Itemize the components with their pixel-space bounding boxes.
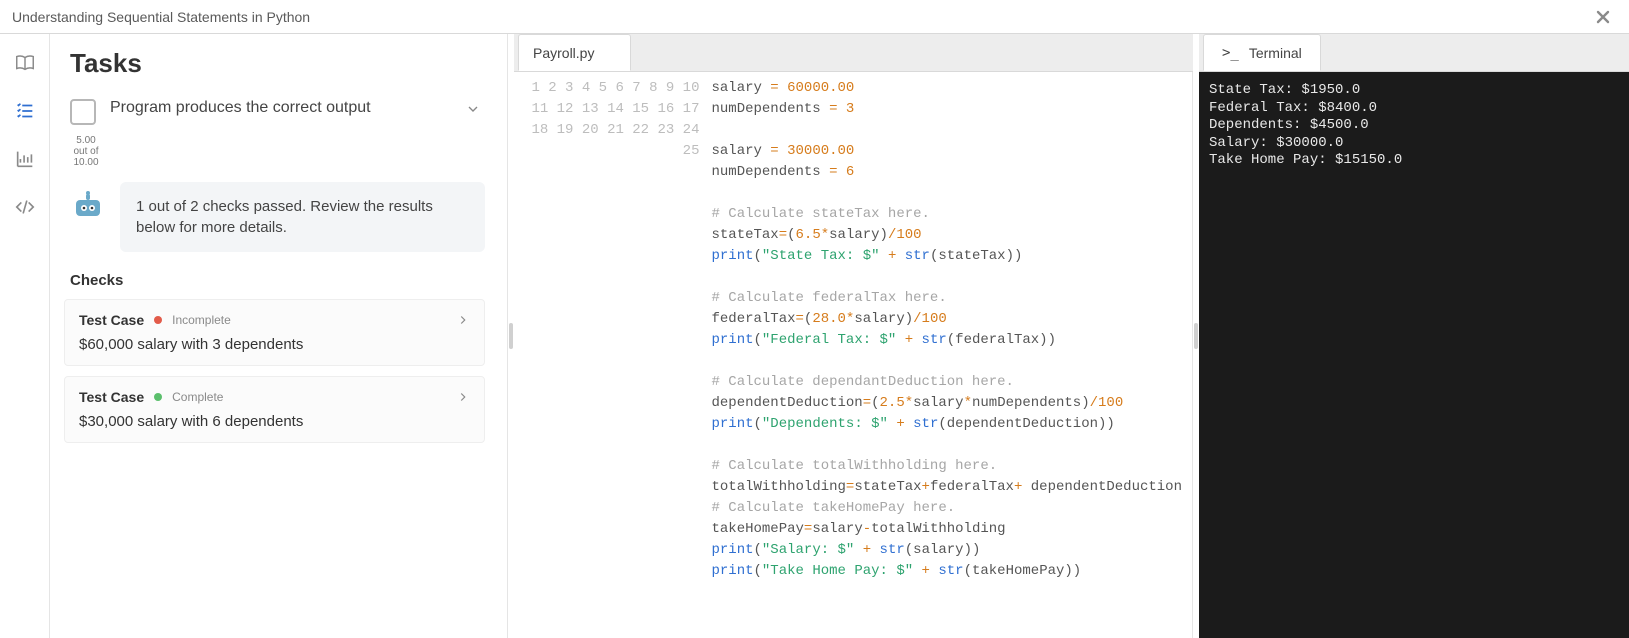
bot-message: 1 out of 2 checks passed. Review the res…	[120, 182, 485, 252]
task-item[interactable]: Program produces the correct output	[64, 97, 485, 125]
task-checkbox[interactable]	[70, 99, 96, 125]
test-case-desc: $60,000 salary with 3 dependents	[79, 336, 470, 353]
test-case-status: Complete	[172, 390, 446, 404]
bot-avatar	[70, 188, 106, 224]
chevron-right-icon	[456, 390, 470, 404]
status-dot-icon	[154, 393, 162, 401]
terminal-tab-label: Terminal	[1249, 45, 1302, 61]
checks-heading: Checks	[64, 272, 485, 289]
test-case-label: Test Case	[79, 312, 144, 328]
expand-button[interactable]	[456, 313, 470, 327]
editor-tabbar: Payroll.py	[514, 34, 1193, 72]
terminal-output[interactable]: State Tax: $1950.0 Federal Tax: $8400.0 …	[1199, 72, 1629, 638]
terminal-tab[interactable]: >_ Terminal	[1203, 34, 1321, 71]
close-button[interactable]	[1589, 9, 1617, 25]
panel-splitter-right[interactable]	[1193, 34, 1199, 638]
test-case[interactable]: Test Case Complete $30,000 salary with 6 d…	[64, 376, 485, 443]
score-earned: 5.00	[70, 135, 102, 146]
close-icon	[1595, 9, 1611, 25]
line-gutter: 1 2 3 4 5 6 7 8 9 10 11 12 13 14 15 16 1…	[514, 72, 707, 638]
terminal-panel: >_ Terminal State Tax: $1950.0 Federal T…	[1199, 34, 1629, 638]
tasks-panel: Tasks Program produces the correct outpu…	[50, 34, 508, 638]
list-icon[interactable]	[14, 100, 36, 122]
page-title: Understanding Sequential Statements in P…	[12, 9, 1589, 25]
test-case-label: Test Case	[79, 389, 144, 405]
title-bar: Understanding Sequential Statements in P…	[0, 0, 1629, 34]
chevron-right-icon	[456, 313, 470, 327]
status-dot-icon	[154, 316, 162, 324]
editor-area: Payroll.py 1 2 3 4 5 6 7 8 9 10 11 12 13…	[514, 34, 1193, 638]
book-icon[interactable]	[14, 52, 36, 74]
test-case-desc: $30,000 salary with 6 dependents	[79, 413, 470, 430]
chart-icon[interactable]	[14, 148, 36, 170]
code-editor[interactable]: 1 2 3 4 5 6 7 8 9 10 11 12 13 14 15 16 1…	[514, 72, 1193, 638]
expand-button[interactable]	[461, 97, 485, 121]
score-display: 5.00 out of 10.00	[64, 135, 102, 168]
tasks-heading: Tasks	[64, 48, 485, 79]
terminal-tabbar: >_ Terminal	[1199, 34, 1629, 72]
code-icon[interactable]	[14, 196, 36, 218]
score-total: 10.00	[70, 157, 102, 168]
editor-tab[interactable]: Payroll.py	[518, 34, 631, 71]
test-case-status: Incomplete	[172, 313, 446, 327]
score-middle: out of	[70, 146, 102, 157]
code-content[interactable]: salary = 60000.00 numDependents = 3 sala…	[707, 72, 1192, 638]
prompt-icon: >_	[1222, 45, 1239, 61]
task-label: Program produces the correct output	[110, 97, 447, 117]
sidebar-rail	[0, 34, 50, 638]
panel-splitter-left[interactable]	[508, 34, 514, 638]
expand-button[interactable]	[456, 390, 470, 404]
test-case[interactable]: Test Case Incomplete $60,000 salary with 3…	[64, 299, 485, 366]
chevron-down-icon	[465, 101, 481, 117]
